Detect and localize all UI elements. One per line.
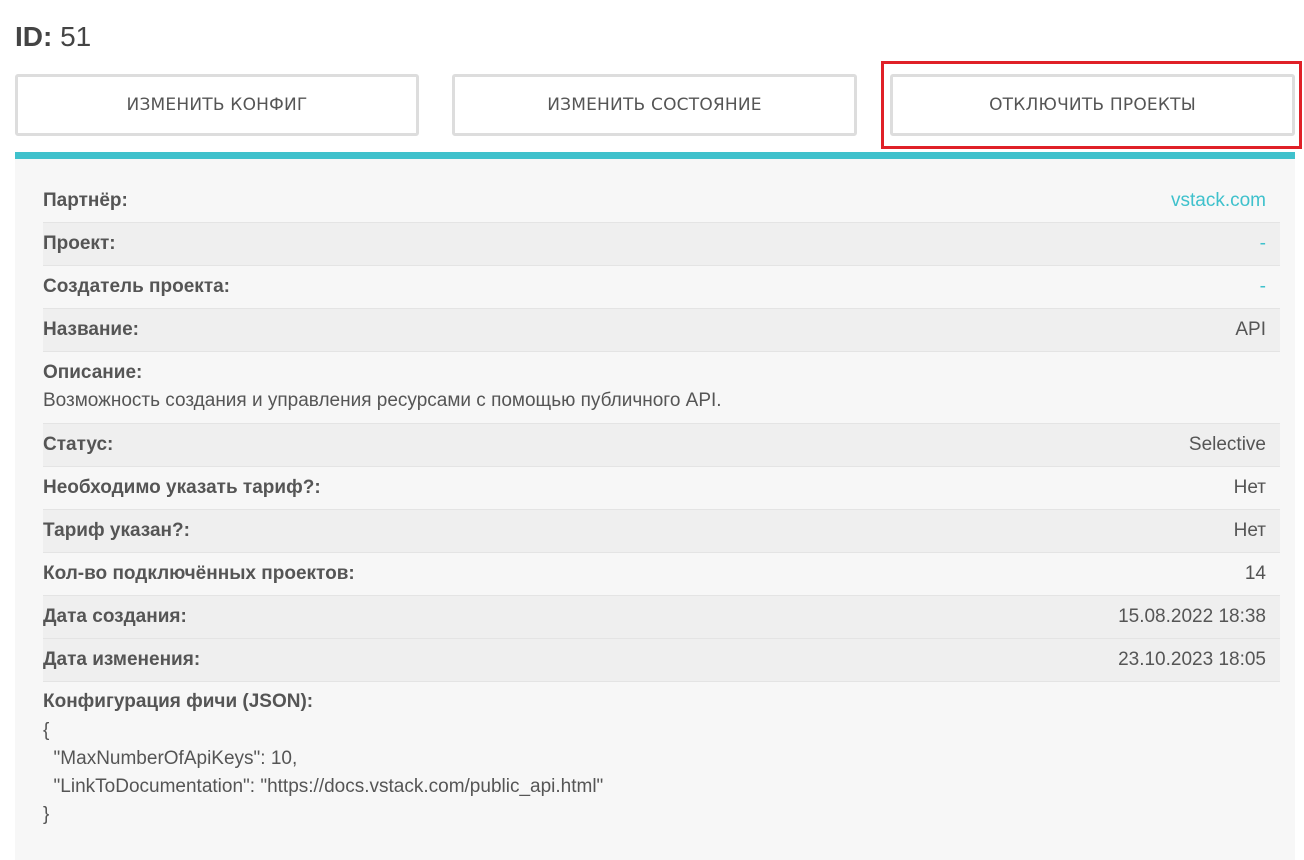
config-json-line: } [43, 804, 50, 825]
detail-value: 14 [1244, 563, 1266, 584]
edit-state-button[interactable]: ИЗМЕНИТЬ СОСТОЯНИЕ [452, 74, 857, 136]
project-creator-link[interactable]: - [1260, 276, 1266, 298]
detail-value: Нет [1233, 477, 1266, 498]
detail-label: Создатель проекта: [43, 276, 231, 297]
detail-row-name: Название: API [43, 309, 1280, 352]
detail-row-tariff-set: Тариф указан?: Нет [43, 510, 1280, 553]
detail-value: 23.10.2023 18:05 [1118, 649, 1266, 670]
detail-row-project: Проект: - [43, 223, 1280, 266]
disable-projects-button[interactable]: ОТКЛЮЧИТЬ ПРОЕКТЫ [890, 74, 1295, 136]
detail-label: Дата создания: [43, 606, 187, 627]
edit-config-button[interactable]: ИЗМЕНИТЬ КОНФИГ [15, 74, 419, 136]
description-text: Возможность создания и управления ресурс… [43, 390, 722, 411]
detail-row-created-at: Дата создания: 15.08.2022 18:38 [43, 596, 1280, 639]
detail-label: Необходимо указать тариф?: [43, 477, 321, 498]
page-title: ID: 51 [15, 20, 91, 54]
config-json-line: "LinkToDocumentation": "https://docs.vst… [43, 776, 604, 797]
detail-label: Тариф указан?: [43, 520, 190, 541]
id-value: 51 [60, 21, 92, 52]
detail-label: Кол-во подключённых проектов: [43, 563, 355, 584]
detail-value: Selective [1188, 434, 1266, 455]
detail-row-tariff-required: Необходимо указать тариф?: Нет [43, 467, 1280, 510]
detail-row-status: Статус: Selective [43, 424, 1280, 467]
id-label: ID: [15, 21, 53, 52]
detail-row-connected-projects: Кол-во подключённых проектов: 14 [43, 553, 1280, 596]
detail-row-description: Описание: Возможность создания и управле… [43, 352, 1280, 424]
detail-row-updated-at: Дата изменения: 23.10.2023 18:05 [43, 639, 1280, 682]
detail-label: Дата изменения: [43, 649, 201, 670]
project-link[interactable]: - [1260, 233, 1266, 255]
detail-value: 15.08.2022 18:38 [1118, 606, 1266, 627]
detail-label: Партнёр: [43, 190, 128, 211]
detail-label: Проект: [43, 233, 116, 254]
partner-link[interactable]: vstack.com [1171, 190, 1266, 212]
detail-row-project-creator: Создатель проекта: - [43, 266, 1280, 309]
config-json-line: { [43, 720, 50, 741]
detail-label: Описание: [43, 362, 143, 383]
detail-label: Статус: [43, 434, 114, 455]
detail-row-partner: Партнёр: vstack.com [43, 180, 1280, 223]
config-json-block: Конфигурация фичи (JSON): { "MaxNumberOf… [43, 687, 1280, 829]
details-panel: Партнёр: vstack.com Проект: - Создатель … [15, 152, 1295, 860]
config-label: Конфигурация фичи (JSON): [43, 691, 314, 712]
detail-value: API [1235, 319, 1266, 340]
config-json-line: "MaxNumberOfApiKeys": 10, [43, 748, 298, 769]
detail-value: Нет [1233, 520, 1266, 541]
detail-label: Название: [43, 319, 140, 340]
